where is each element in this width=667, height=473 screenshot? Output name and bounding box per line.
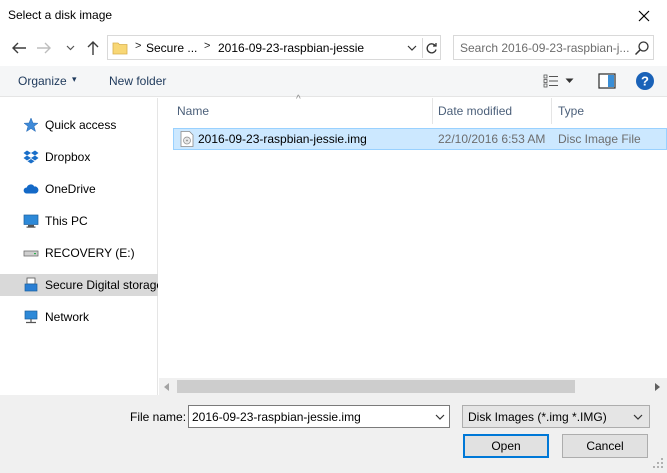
column-header-date-modified[interactable]: Date modified	[438, 104, 512, 118]
open-button[interactable]: Open	[463, 434, 549, 458]
file-name-dropdown-button[interactable]	[432, 409, 448, 425]
resize-grip-icon[interactable]	[652, 457, 664, 469]
change-view-button[interactable]	[543, 72, 583, 90]
address-bar[interactable]: > Secure ... > 2016-09-23-raspbian-jessi…	[107, 35, 441, 60]
sidebar-item-quick-access[interactable]: Quick access	[0, 114, 158, 136]
sidebar-item-dropbox[interactable]: Dropbox	[0, 146, 158, 168]
sidebar-item-network[interactable]: Network	[0, 306, 158, 328]
file-list: ^ Name Date modified Type 2016-09-23-ras…	[159, 94, 667, 395]
arrow-right-icon	[37, 42, 51, 54]
cloud-icon	[23, 184, 39, 194]
title-bar: Select a disk image	[0, 0, 667, 31]
chevron-down-icon	[407, 45, 417, 51]
sidebar-item-recovery[interactable]: RECOVERY (E:)	[0, 242, 158, 264]
file-name-cell: 2016-09-23-raspbian-jessie.img	[198, 132, 367, 146]
breadcrumb-separator[interactable]: >	[204, 40, 210, 52]
organize-dropdown-arrow[interactable]: ▾	[72, 74, 77, 85]
scroll-left-button[interactable]	[161, 381, 173, 392]
drive-icon	[23, 250, 39, 257]
scrollbar-thumb[interactable]	[177, 380, 575, 393]
up-button[interactable]	[82, 37, 104, 59]
column-divider[interactable]	[551, 98, 552, 124]
search-box[interactable]	[453, 35, 654, 60]
search-icon[interactable]	[634, 40, 650, 56]
cancel-button[interactable]: Cancel	[562, 434, 648, 458]
column-header-type[interactable]: Type	[558, 104, 584, 118]
column-divider[interactable]	[432, 98, 433, 124]
view-details-icon	[543, 74, 558, 88]
file-name-input[interactable]	[192, 408, 428, 425]
forward-button[interactable]	[33, 37, 55, 59]
file-date-cell: 22/10/2016 6:53 AM	[438, 132, 546, 146]
sidebar-item-label: This PC	[45, 214, 88, 228]
chevron-down-icon	[435, 414, 445, 420]
sidebar-item-label: Dropbox	[45, 150, 91, 164]
computer-icon	[23, 214, 39, 228]
close-button[interactable]	[620, 0, 667, 31]
help-icon[interactable]: ?	[635, 71, 655, 91]
window-title: Select a disk image	[8, 8, 113, 22]
file-type-filter-value: Disk Images (*.img *.IMG)	[468, 410, 607, 424]
back-button[interactable]	[8, 37, 30, 59]
file-type-filter-select[interactable]: Disk Images (*.img *.IMG)	[462, 405, 650, 428]
scroll-left-icon	[164, 382, 169, 391]
close-icon	[638, 10, 649, 21]
disc-image-file-icon	[180, 131, 194, 147]
arrow-up-icon	[87, 41, 99, 55]
dropbox-icon	[23, 150, 39, 164]
navigation-pane: Quick access Dropbox OneDrive This PC RE…	[0, 98, 158, 395]
recent-locations-button[interactable]	[63, 37, 77, 59]
preview-pane-icon[interactable]	[598, 72, 616, 90]
scroll-right-button[interactable]	[651, 381, 663, 392]
refresh-button[interactable]	[422, 38, 440, 58]
chevron-down-icon	[565, 78, 574, 83]
usb-drive-icon	[24, 277, 38, 292]
column-header-name[interactable]: Name	[177, 104, 209, 118]
sidebar-item-onedrive[interactable]: OneDrive	[0, 178, 158, 200]
file-row[interactable]: 2016-09-23-raspbian-jessie.img 22/10/201…	[173, 128, 667, 150]
file-type-cell: Disc Image File	[558, 132, 641, 146]
sort-ascending-indicator: ^	[296, 94, 301, 105]
chevron-down-icon	[631, 410, 645, 424]
horizontal-scrollbar[interactable]	[159, 378, 667, 395]
organize-button[interactable]: Organize	[18, 74, 67, 88]
address-dropdown-button[interactable]	[403, 39, 421, 57]
folder-icon	[112, 42, 128, 55]
column-header-row: ^ Name Date modified Type	[159, 94, 667, 124]
arrow-left-icon	[12, 42, 26, 54]
command-toolbar: Organize ▾ New folder ?	[0, 66, 667, 97]
chevron-down-icon	[66, 45, 74, 51]
file-name-label: File name:	[130, 410, 187, 424]
sidebar-item-secure-digital-storage[interactable]: Secure Digital storage	[0, 274, 158, 296]
breadcrumb-separator[interactable]: >	[135, 40, 141, 52]
new-folder-button[interactable]: New folder	[109, 74, 166, 88]
sidebar-item-label: RECOVERY (E:)	[45, 246, 135, 260]
sidebar-item-label: OneDrive	[45, 182, 96, 196]
sidebar-item-label: Quick access	[45, 118, 117, 132]
network-icon	[24, 310, 38, 324]
star-icon	[23, 117, 39, 133]
sidebar-item-label: Secure Digital storage	[45, 278, 158, 292]
dialog-footer: File name: Disk Images (*.img *.IMG) Ope…	[0, 395, 667, 473]
scroll-right-icon	[655, 382, 660, 391]
sidebar-item-this-pc[interactable]: This PC	[0, 210, 158, 232]
file-name-combobox[interactable]	[188, 405, 450, 428]
search-input[interactable]	[460, 39, 630, 57]
breadcrumb-current-folder[interactable]: 2016-09-23-raspbian-jessie	[218, 41, 364, 55]
sidebar-item-label: Network	[45, 310, 90, 324]
svg-text:?: ?	[641, 74, 649, 89]
refresh-icon	[426, 42, 437, 53]
breadcrumb-secure[interactable]: Secure ...	[146, 41, 197, 55]
